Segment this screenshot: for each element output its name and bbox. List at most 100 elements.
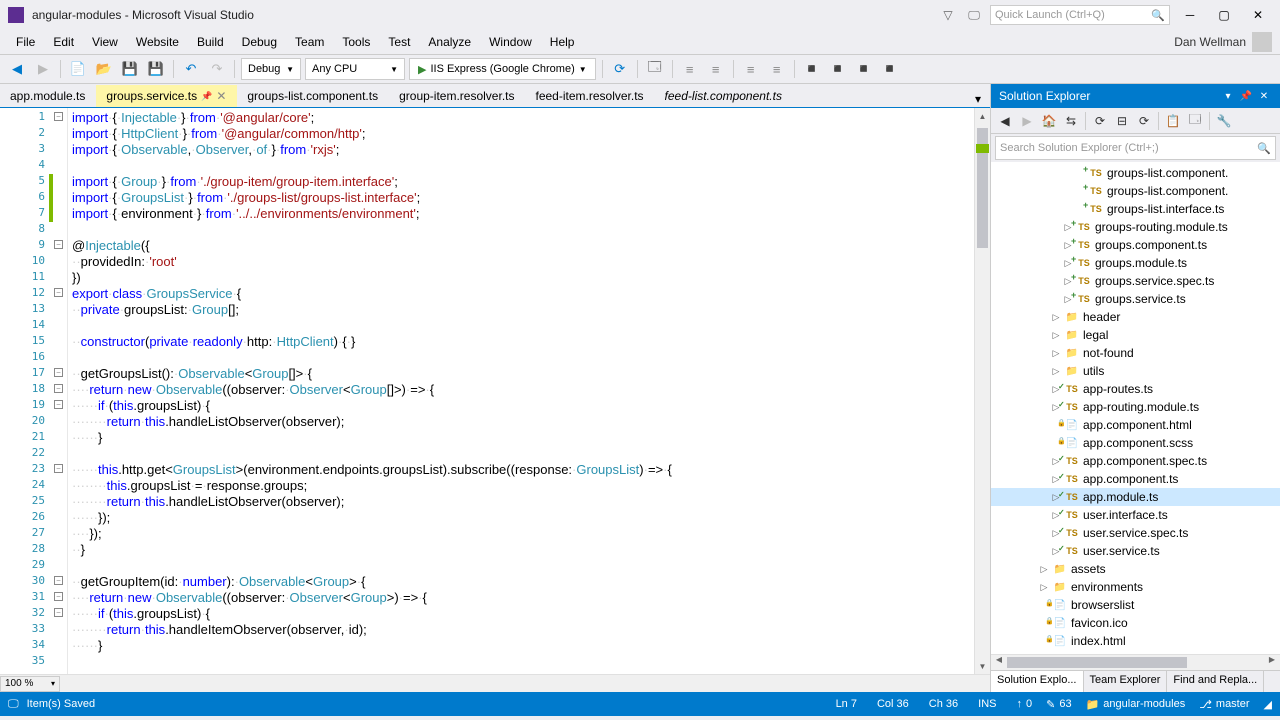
panel-close-button[interactable]: ✕ — [1256, 88, 1272, 104]
branch-name[interactable]: ⎇ master — [1199, 698, 1249, 711]
user-avatar[interactable] — [1252, 32, 1272, 52]
nav-back-button[interactable]: ◀ — [6, 58, 28, 80]
next-bookmark-button[interactable]: ◾ — [853, 58, 875, 80]
fold-toggle[interactable]: − — [54, 384, 63, 393]
notification-icon[interactable]: 🖵 — [964, 5, 984, 25]
se-showall-button[interactable]: 📋 — [1163, 111, 1183, 131]
menu-debug[interactable]: Debug — [234, 33, 285, 51]
solution-item[interactable]: ▷TSapp.component.spec.ts — [991, 452, 1280, 470]
fold-toggle[interactable]: − — [54, 368, 63, 377]
menu-view[interactable]: View — [84, 33, 126, 51]
solution-item[interactable]: TSgroups-list.component. — [991, 164, 1280, 182]
filter-icon[interactable]: ▽ — [938, 5, 958, 25]
tab-feed-item-resolver[interactable]: feed-item.resolver.ts — [526, 85, 655, 107]
se-preview-button[interactable]: 🗔 — [1185, 111, 1205, 131]
fold-toggle[interactable]: − — [54, 112, 63, 121]
solution-item[interactable]: ▷📁environments — [991, 578, 1280, 596]
solution-item[interactable]: ▷TSgroups.module.ts — [991, 254, 1280, 272]
fold-toggle[interactable]: − — [54, 576, 63, 585]
tab-overflow-button[interactable]: ▾ — [970, 91, 986, 107]
solution-item[interactable]: TSgroups-list.interface.ts — [991, 200, 1280, 218]
fold-toggle[interactable]: − — [54, 400, 63, 409]
tab-groups-service[interactable]: groups.service.ts📌✕ — [96, 85, 237, 107]
menu-website[interactable]: Website — [128, 33, 187, 51]
solution-item[interactable]: ▷TSapp-routing.module.ts — [991, 398, 1280, 416]
fold-toggle[interactable]: − — [54, 288, 63, 297]
nav-fwd-button[interactable]: ▶ — [32, 58, 54, 80]
menu-build[interactable]: Build — [189, 33, 232, 51]
se-back-button[interactable]: ◀ — [995, 111, 1015, 131]
solution-item[interactable]: ▷TSapp-routes.ts — [991, 380, 1280, 398]
notification-icon[interactable]: 🖵 — [8, 698, 19, 711]
repo-name[interactable]: 📁 angular-modules — [1086, 698, 1186, 711]
solution-item[interactable]: TSgroups-list.component. — [991, 182, 1280, 200]
prev-bookmark-button[interactable]: ◾ — [827, 58, 849, 80]
panel-pin-button[interactable]: 📌 — [1238, 88, 1254, 104]
close-button[interactable]: ✕ — [1244, 5, 1272, 25]
quick-launch-input[interactable]: Quick Launch (Ctrl+Q) 🔍 — [990, 5, 1170, 25]
code-editor[interactable]: 1−23456789−101112−1314151617−18−19−20212… — [0, 108, 990, 674]
bookmark-button[interactable]: ◾ — [801, 58, 823, 80]
menu-analyze[interactable]: Analyze — [420, 33, 479, 51]
menu-team[interactable]: Team — [287, 33, 332, 51]
config-combo[interactable]: Debug▼ — [241, 58, 301, 80]
fold-toggle[interactable]: − — [54, 608, 63, 617]
fold-toggle[interactable]: − — [54, 592, 63, 601]
clear-bookmarks-button[interactable]: ◾ — [879, 58, 901, 80]
tab-app-module[interactable]: app.module.ts — [0, 85, 96, 107]
se-fwd-button[interactable]: ▶ — [1017, 111, 1037, 131]
solution-item[interactable]: 📄browserslist — [991, 596, 1280, 614]
tab-group-item-resolver[interactable]: group-item.resolver.ts — [389, 85, 525, 107]
tab-find-replace[interactable]: Find and Repla... — [1167, 671, 1264, 692]
solution-item[interactable]: ▷📁assets — [991, 560, 1280, 578]
uncomment-button[interactable]: ≡ — [705, 58, 727, 80]
solution-item[interactable]: 📄index.html — [991, 632, 1280, 650]
tab-feed-list-component[interactable]: feed-list.component.ts — [655, 85, 793, 107]
menu-edit[interactable]: Edit — [45, 33, 82, 51]
toolbox-icon[interactable]: 🗔 — [644, 58, 666, 80]
scroll-up-arrow[interactable]: ▲ — [975, 108, 990, 124]
solution-item[interactable]: ▷TSuser.service.ts — [991, 542, 1280, 560]
vertical-scrollbar[interactable]: ▲ ▼ — [974, 108, 990, 674]
indent-button[interactable]: ≡ — [766, 58, 788, 80]
fold-toggle[interactable]: − — [54, 240, 63, 249]
fold-toggle[interactable]: − — [54, 464, 63, 473]
se-properties-button[interactable]: 🔧 — [1214, 111, 1234, 131]
menu-file[interactable]: File — [8, 33, 43, 51]
se-collapse-button[interactable]: ⊟ — [1112, 111, 1132, 131]
save-all-button[interactable]: 💾 — [145, 58, 167, 80]
se-sync-button[interactable]: ⇆ — [1061, 111, 1081, 131]
solution-item[interactable]: ▷TSapp.component.ts — [991, 470, 1280, 488]
se-home-button[interactable]: 🏠 — [1039, 111, 1059, 131]
menu-test[interactable]: Test — [380, 33, 418, 51]
pin-icon[interactable]: 📌 — [201, 91, 212, 102]
maximize-button[interactable]: ▢ — [1210, 5, 1238, 25]
redo-button[interactable]: ↷ — [206, 58, 228, 80]
undo-button[interactable]: ↶ — [180, 58, 202, 80]
scroll-down-arrow[interactable]: ▼ — [975, 658, 990, 674]
menu-help[interactable]: Help — [542, 33, 583, 51]
solution-item[interactable]: ▷📁not-found — [991, 344, 1280, 362]
pending-changes[interactable]: ✎ 63 — [1046, 698, 1071, 711]
minimize-button[interactable]: ─ — [1176, 5, 1204, 25]
solution-item[interactable]: ▷TSgroups.component.ts — [991, 236, 1280, 254]
solution-item[interactable]: ▷TSuser.interface.ts — [991, 506, 1280, 524]
se-refresh-button[interactable]: ⟳ — [1090, 111, 1110, 131]
new-item-button[interactable]: 📄 — [67, 58, 89, 80]
tab-solution-explorer[interactable]: Solution Explo... — [991, 671, 1084, 692]
solution-item[interactable]: ▷TSgroups.service.spec.ts — [991, 272, 1280, 290]
solution-item[interactable]: 📄app.component.scss — [991, 434, 1280, 452]
menu-window[interactable]: Window — [481, 33, 540, 51]
browser-link-button[interactable]: ⟳ — [609, 58, 631, 80]
publish-button[interactable]: ↑ 0 — [1016, 698, 1032, 710]
open-file-button[interactable]: 📂 — [93, 58, 115, 80]
user-name[interactable]: Dan Wellman — [1174, 35, 1246, 49]
solution-item[interactable]: 📄app.component.html — [991, 416, 1280, 434]
run-button[interactable]: ▶IIS Express (Google Chrome)▼ — [409, 58, 596, 80]
solution-tree[interactable]: TSgroups-list.component.TSgroups-list.co… — [991, 162, 1280, 654]
solution-explorer-search[interactable]: Search Solution Explorer (Ctrl+;) 🔍 — [995, 136, 1276, 160]
panel-menu-button[interactable]: ▾ — [1220, 88, 1236, 104]
menu-tools[interactable]: Tools — [334, 33, 378, 51]
solution-item[interactable]: ▷TSapp.module.ts — [991, 488, 1280, 506]
solution-item[interactable]: ▷TSgroups.service.ts — [991, 290, 1280, 308]
